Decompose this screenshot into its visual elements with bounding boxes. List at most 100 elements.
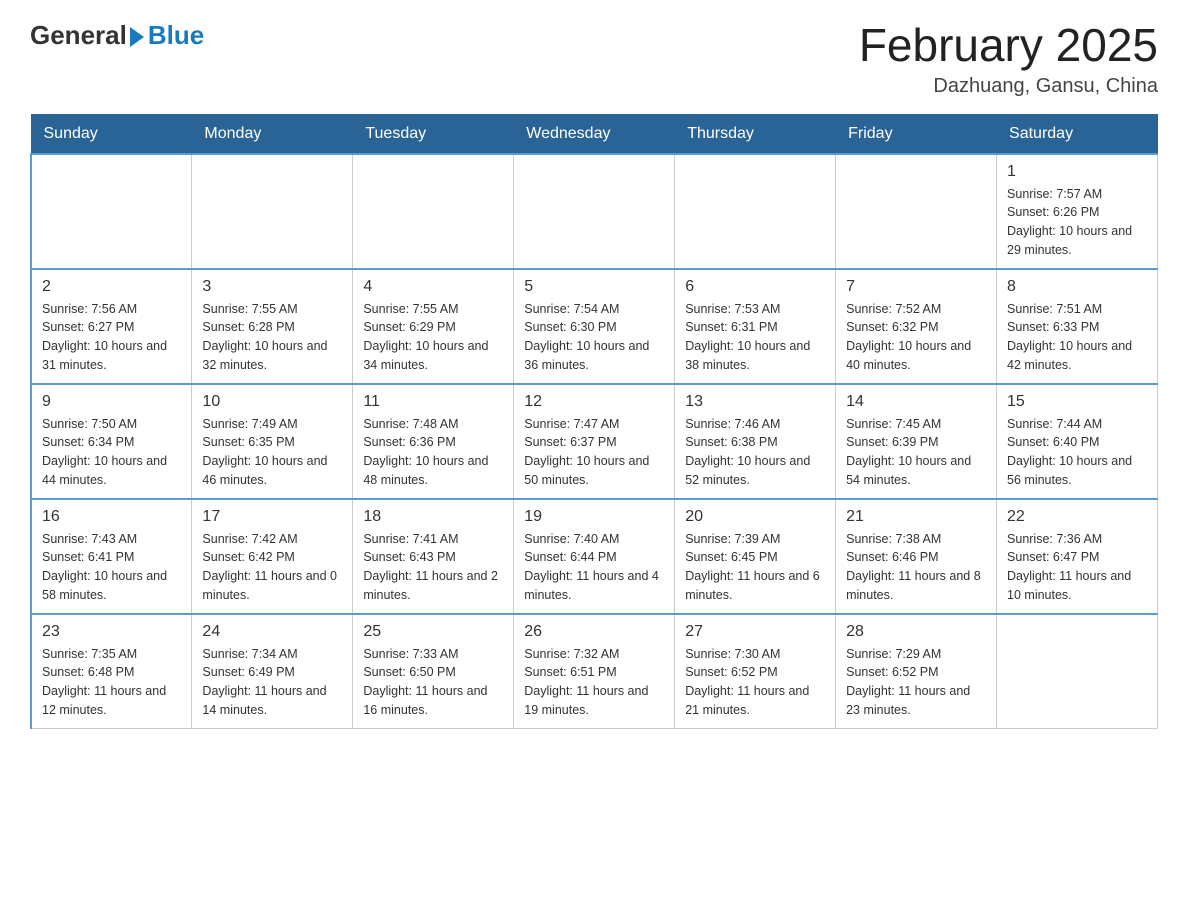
weekday-header-friday: Friday <box>836 114 997 154</box>
calendar-cell: 28 Sunrise: 7:29 AMSunset: 6:52 PMDayligh… <box>836 614 997 729</box>
weekday-header-sunday: Sunday <box>31 114 192 154</box>
calendar-cell: 14 Sunrise: 7:45 AMSunset: 6:39 PMDayligh… <box>836 384 997 499</box>
calendar-cell: 9 Sunrise: 7:50 AMSunset: 6:34 PMDaylight… <box>31 384 192 499</box>
calendar-cell: 25 Sunrise: 7:33 AMSunset: 6:50 PMDayligh… <box>353 614 514 729</box>
day-number: 1 <box>1007 163 1147 181</box>
day-number: 16 <box>42 508 181 526</box>
day-number: 20 <box>685 508 825 526</box>
calendar-cell: 23 Sunrise: 7:35 AMSunset: 6:48 PMDayligh… <box>31 614 192 729</box>
day-number: 3 <box>202 278 342 296</box>
calendar-cell: 7 Sunrise: 7:52 AMSunset: 6:32 PMDaylight… <box>836 269 997 384</box>
calendar-cell <box>997 614 1158 729</box>
calendar-cell <box>514 154 675 269</box>
day-number: 26 <box>524 623 664 641</box>
day-sun-info: Sunrise: 7:55 AMSunset: 6:28 PMDaylight:… <box>202 300 342 375</box>
day-number: 7 <box>846 278 986 296</box>
calendar-cell: 24Sunrise: 7:34 AMSunset: 6:49 PMDayligh… <box>192 614 353 729</box>
day-sun-info: Sunrise: 7:49 AMSunset: 6:35 PMDaylight:… <box>202 415 342 490</box>
calendar-cell: 5Sunrise: 7:54 AMSunset: 6:30 PMDaylight… <box>514 269 675 384</box>
day-number: 23 <box>42 623 181 641</box>
calendar-week-row: 9 Sunrise: 7:50 AMSunset: 6:34 PMDaylight… <box>31 384 1158 499</box>
day-number: 25 <box>363 623 503 641</box>
day-sun-info: Sunrise: 7:50 AMSunset: 6:34 PMDaylight:… <box>42 415 181 490</box>
calendar-week-row: 1 Sunrise: 7:57 AMSunset: 6:26 PMDaylight… <box>31 154 1158 269</box>
day-sun-info: Sunrise: 7:33 AMSunset: 6:50 PMDaylight:… <box>363 645 503 720</box>
logo-blue-text: Blue <box>148 20 204 51</box>
day-number: 21 <box>846 508 986 526</box>
calendar-week-row: 16Sunrise: 7:43 AMSunset: 6:41 PMDayligh… <box>31 499 1158 614</box>
day-sun-info: Sunrise: 7:39 AMSunset: 6:45 PMDaylight:… <box>685 530 825 605</box>
day-number: 14 <box>846 393 986 411</box>
day-sun-info: Sunrise: 7:38 AMSunset: 6:46 PMDaylight:… <box>846 530 986 605</box>
calendar-week-row: 2 Sunrise: 7:56 AMSunset: 6:27 PMDaylight… <box>31 269 1158 384</box>
weekday-header-row: SundayMondayTuesdayWednesdayThursdayFrid… <box>31 114 1158 154</box>
day-sun-info: Sunrise: 7:46 AMSunset: 6:38 PMDaylight:… <box>685 415 825 490</box>
calendar-header: SundayMondayTuesdayWednesdayThursdayFrid… <box>31 114 1158 154</box>
day-sun-info: Sunrise: 7:36 AMSunset: 6:47 PMDaylight:… <box>1007 530 1147 605</box>
calendar-cell <box>31 154 192 269</box>
day-number: 9 <box>42 393 181 411</box>
day-sun-info: Sunrise: 7:57 AMSunset: 6:26 PMDaylight:… <box>1007 185 1147 260</box>
day-number: 22 <box>1007 508 1147 526</box>
calendar-cell: 21 Sunrise: 7:38 AMSunset: 6:46 PMDayligh… <box>836 499 997 614</box>
day-number: 4 <box>363 278 503 296</box>
calendar-cell: 12 Sunrise: 7:47 AMSunset: 6:37 PMDayligh… <box>514 384 675 499</box>
day-number: 10 <box>202 393 342 411</box>
day-number: 19 <box>524 508 664 526</box>
day-sun-info: Sunrise: 7:35 AMSunset: 6:48 PMDaylight:… <box>42 645 181 720</box>
day-number: 12 <box>524 393 664 411</box>
calendar-cell: 1 Sunrise: 7:57 AMSunset: 6:26 PMDaylight… <box>997 154 1158 269</box>
day-sun-info: Sunrise: 7:42 AMSunset: 6:42 PMDaylight:… <box>202 530 342 605</box>
day-sun-info: Sunrise: 7:29 AMSunset: 6:52 PMDaylight:… <box>846 645 986 720</box>
calendar-cell: 26Sunrise: 7:32 AMSunset: 6:51 PMDayligh… <box>514 614 675 729</box>
day-number: 13 <box>685 393 825 411</box>
day-sun-info: Sunrise: 7:56 AMSunset: 6:27 PMDaylight:… <box>42 300 181 375</box>
day-number: 15 <box>1007 393 1147 411</box>
calendar-week-row: 23 Sunrise: 7:35 AMSunset: 6:48 PMDayligh… <box>31 614 1158 729</box>
calendar-cell: 10 Sunrise: 7:49 AMSunset: 6:35 PMDayligh… <box>192 384 353 499</box>
day-number: 2 <box>42 278 181 296</box>
calendar-cell: 18 Sunrise: 7:41 AMSunset: 6:43 PMDayligh… <box>353 499 514 614</box>
day-sun-info: Sunrise: 7:45 AMSunset: 6:39 PMDaylight:… <box>846 415 986 490</box>
weekday-header-saturday: Saturday <box>997 114 1158 154</box>
day-number: 11 <box>363 393 503 411</box>
day-sun-info: Sunrise: 7:52 AMSunset: 6:32 PMDaylight:… <box>846 300 986 375</box>
weekday-header-wednesday: Wednesday <box>514 114 675 154</box>
weekday-header-thursday: Thursday <box>675 114 836 154</box>
calendar-cell: 15Sunrise: 7:44 AMSunset: 6:40 PMDayligh… <box>997 384 1158 499</box>
calendar-cell <box>192 154 353 269</box>
location-subtitle: Dazhuang, Gansu, China <box>859 75 1158 98</box>
calendar-cell <box>675 154 836 269</box>
calendar-cell: 16Sunrise: 7:43 AMSunset: 6:41 PMDayligh… <box>31 499 192 614</box>
day-sun-info: Sunrise: 7:41 AMSunset: 6:43 PMDaylight:… <box>363 530 503 605</box>
day-sun-info: Sunrise: 7:34 AMSunset: 6:49 PMDaylight:… <box>202 645 342 720</box>
weekday-header-tuesday: Tuesday <box>353 114 514 154</box>
calendar-table: SundayMondayTuesdayWednesdayThursdayFrid… <box>30 114 1158 729</box>
day-number: 8 <box>1007 278 1147 296</box>
calendar-cell: 6Sunrise: 7:53 AMSunset: 6:31 PMDaylight… <box>675 269 836 384</box>
calendar-cell: 19 Sunrise: 7:40 AMSunset: 6:44 PMDayligh… <box>514 499 675 614</box>
calendar-cell: 27 Sunrise: 7:30 AMSunset: 6:52 PMDayligh… <box>675 614 836 729</box>
calendar-cell: 4 Sunrise: 7:55 AMSunset: 6:29 PMDaylight… <box>353 269 514 384</box>
calendar-body: 1 Sunrise: 7:57 AMSunset: 6:26 PMDaylight… <box>31 154 1158 729</box>
day-number: 5 <box>524 278 664 296</box>
day-sun-info: Sunrise: 7:47 AMSunset: 6:37 PMDaylight:… <box>524 415 664 490</box>
calendar-cell: 8Sunrise: 7:51 AMSunset: 6:33 PMDaylight… <box>997 269 1158 384</box>
calendar-cell: 17Sunrise: 7:42 AMSunset: 6:42 PMDayligh… <box>192 499 353 614</box>
day-number: 28 <box>846 623 986 641</box>
logo: General Blue <box>30 20 204 51</box>
day-sun-info: Sunrise: 7:55 AMSunset: 6:29 PMDaylight:… <box>363 300 503 375</box>
calendar-cell: 11 Sunrise: 7:48 AMSunset: 6:36 PMDayligh… <box>353 384 514 499</box>
logo-arrow-icon <box>130 27 144 47</box>
day-sun-info: Sunrise: 7:30 AMSunset: 6:52 PMDaylight:… <box>685 645 825 720</box>
calendar-cell: 3 Sunrise: 7:55 AMSunset: 6:28 PMDaylight… <box>192 269 353 384</box>
logo-general-text: General <box>30 20 127 51</box>
day-number: 18 <box>363 508 503 526</box>
day-sun-info: Sunrise: 7:48 AMSunset: 6:36 PMDaylight:… <box>363 415 503 490</box>
day-sun-info: Sunrise: 7:40 AMSunset: 6:44 PMDaylight:… <box>524 530 664 605</box>
weekday-header-monday: Monday <box>192 114 353 154</box>
day-number: 27 <box>685 623 825 641</box>
calendar-cell: 22 Sunrise: 7:36 AMSunset: 6:47 PMDayligh… <box>997 499 1158 614</box>
calendar-cell: 2 Sunrise: 7:56 AMSunset: 6:27 PMDaylight… <box>31 269 192 384</box>
day-number: 6 <box>685 278 825 296</box>
